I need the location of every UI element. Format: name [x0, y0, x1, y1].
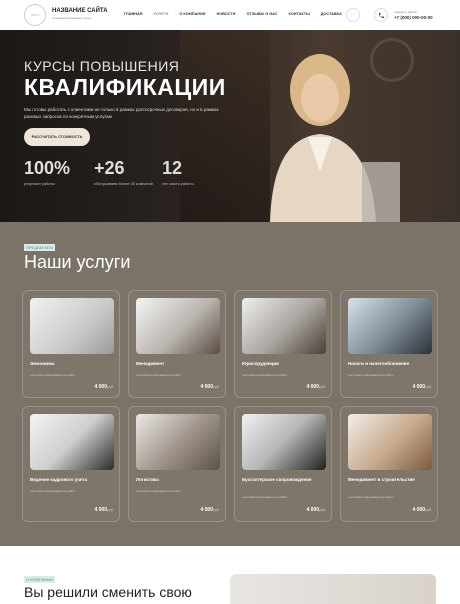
- nav-item-news[interactable]: НОВОСТИ: [216, 12, 235, 16]
- service-price-unit: руб.: [319, 508, 326, 512]
- main-nav: ГЛАВНАЯ УСЛУГИ О КОМПАНИИ НОВОСТИ ОТЗЫВЫ…: [124, 12, 353, 16]
- logo[interactable]: ЛОГО: [24, 4, 46, 26]
- hero-description: Мы готовы работать с клиентами не только…: [24, 107, 219, 119]
- nav-item-delivery[interactable]: ДОСТАВКА: [321, 12, 342, 16]
- service-price: 4 000: [94, 384, 107, 390]
- service-card-accounting[interactable]: Бухгалтерское сопровождение текстовая ин…: [234, 406, 332, 522]
- service-price-unit: руб.: [107, 385, 114, 389]
- stat-years: 12 лет опыта работы: [162, 158, 212, 187]
- more-menu-button[interactable]: ···: [346, 8, 360, 22]
- service-image: [242, 414, 326, 470]
- service-subtitle: текстовая информация на сайте: [242, 495, 288, 499]
- service-subtitle: текстовая информация на сайте: [30, 489, 76, 493]
- service-card-construction[interactable]: Менеджмент в строительстве текстовая инф…: [340, 406, 438, 522]
- about-section: О КОМПАНИИ Вы решили сменить свою: [0, 546, 460, 604]
- service-title: Экономика: [30, 361, 55, 366]
- calculate-cost-button[interactable]: РАССЧИТАТЬ СТОИМОСТЬ: [24, 128, 90, 146]
- site-name[interactable]: НАЗВАНИЕ САЙТА: [52, 8, 108, 14]
- service-card-management[interactable]: Менеджмент текстовая информация на сайте…: [128, 290, 226, 398]
- about-tag: О КОМПАНИИ: [24, 576, 56, 583]
- stat-label: лет опыта работы: [162, 182, 194, 186]
- services-tag: ПРЕДЛАГАЕМ: [24, 244, 55, 251]
- service-card-logistics[interactable]: Логистика текстовая информация на сайте …: [128, 406, 226, 522]
- service-subtitle: текстовая информация на сайте: [136, 373, 182, 377]
- service-subtitle: текстовая информация на сайте: [30, 373, 76, 377]
- phone-icon[interactable]: [374, 8, 388, 22]
- service-price-unit: руб.: [213, 385, 220, 389]
- service-price-unit: руб.: [107, 508, 114, 512]
- stat-number: 12: [162, 158, 183, 178]
- service-image: [30, 298, 114, 354]
- services-section: ПРЕДЛАГАЕМ Наши услуги Экономика текстов…: [0, 222, 460, 546]
- about-title: Вы решили сменить свою: [24, 584, 192, 600]
- service-price: 4 000: [200, 384, 213, 390]
- service-subtitle: текстовая информация на сайте: [136, 489, 182, 493]
- stat-companies: +26 обслуживаем более 25 компаний: [94, 158, 154, 187]
- phone-number[interactable]: +7 (000) 000-00-00: [394, 15, 433, 20]
- service-title: Менеджмент: [136, 361, 165, 366]
- service-price: 4 000: [306, 384, 319, 390]
- service-image: [348, 298, 432, 354]
- service-card-law[interactable]: Юриспруденция текстовая информация на са…: [234, 290, 332, 398]
- service-image: [242, 298, 326, 354]
- services-title: Наши услуги: [24, 252, 131, 272]
- service-price-unit: руб.: [319, 385, 326, 389]
- service-subtitle: текстовая информация на сайте: [348, 495, 394, 499]
- service-image: [30, 414, 114, 470]
- service-subtitle: текстовая информация на сайте: [348, 373, 394, 377]
- hero-title-line2: КВАЛИФИКАЦИИ: [24, 74, 226, 100]
- service-title: Ведение кадрового учета: [30, 477, 87, 482]
- service-card-taxes[interactable]: Налоги и налогообложение текстовая инфор…: [340, 290, 438, 398]
- hero-title-line1: КУРСЫ ПОВЫШЕНИЯ: [24, 58, 180, 74]
- stat-number: 100%: [24, 158, 71, 178]
- nav-item-about[interactable]: О КОМПАНИИ: [179, 12, 205, 16]
- service-title: Бухгалтерское сопровождение: [242, 477, 312, 482]
- service-card-hr[interactable]: Ведение кадрового учета текстовая информ…: [22, 406, 120, 522]
- service-image: [136, 414, 220, 470]
- stat-number: +26: [94, 158, 125, 178]
- nav-item-reviews[interactable]: ОТЗЫВЫ О НАС: [246, 12, 277, 16]
- site-subtitle: Специализированные курсы: [52, 16, 92, 20]
- nav-item-services[interactable]: УСЛУГИ: [153, 12, 168, 16]
- service-price-unit: руб.: [213, 508, 220, 512]
- stat-result: 100% результат работы: [24, 158, 70, 187]
- service-subtitle: текстовая информация на сайте: [242, 373, 288, 377]
- stat-label: результат работы: [24, 182, 55, 186]
- service-price: 4 000: [412, 507, 425, 513]
- nav-item-contacts[interactable]: КОНТАКТЫ: [289, 12, 310, 16]
- hero-banner: КУРСЫ ПОВЫШЕНИЯ КВАЛИФИКАЦИИ Мы готовы р…: [0, 30, 460, 222]
- service-price: 4 000: [412, 384, 425, 390]
- service-image: [348, 414, 432, 470]
- service-title: Налоги и налогообложение: [348, 361, 410, 366]
- service-title: Логистика: [136, 477, 159, 482]
- service-price: 4 000: [306, 507, 319, 513]
- service-price: 4 000: [200, 507, 213, 513]
- site-header: ЛОГО НАЗВАНИЕ САЙТА Специализированные к…: [0, 0, 460, 30]
- service-image: [136, 298, 220, 354]
- stat-label: обслуживаем более 25 компаний: [94, 182, 153, 186]
- hero-woman-image: [270, 54, 400, 222]
- service-title: Менеджмент в строительстве: [348, 477, 415, 482]
- phone-label: закажите звонок: [394, 10, 417, 14]
- service-price: 4 000: [94, 507, 107, 513]
- service-card-economy[interactable]: Экономика текстовая информация на сайте …: [22, 290, 120, 398]
- service-price-unit: руб.: [425, 508, 432, 512]
- service-title: Юриспруденция: [242, 361, 279, 366]
- service-price-unit: руб.: [425, 385, 432, 389]
- nav-item-home[interactable]: ГЛАВНАЯ: [124, 12, 142, 16]
